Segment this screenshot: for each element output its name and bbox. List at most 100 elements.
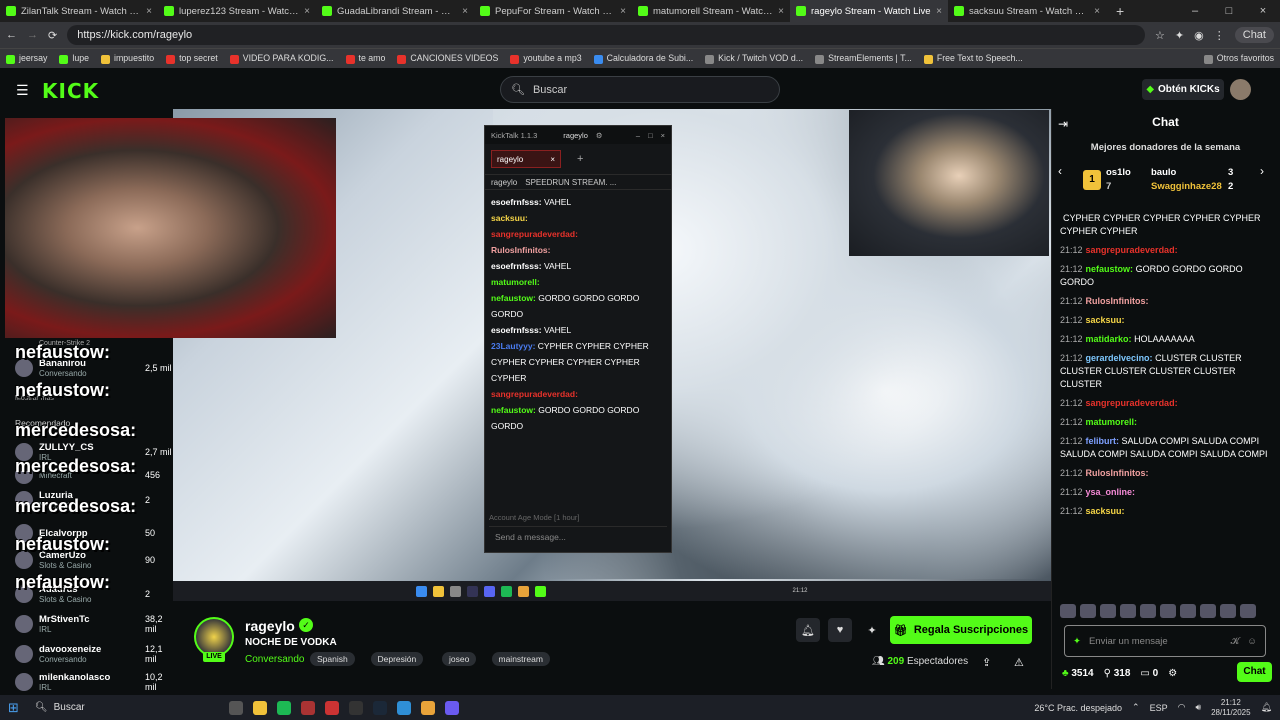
browser-tab[interactable]: ZilanTalk Stream - Watch Live × [0, 0, 158, 22]
message-user[interactable]: sangrepuradeverdad: [1086, 245, 1178, 255]
app-icon[interactable] [324, 700, 339, 715]
recommended-channel[interactable]: milenkanolasco IRL 10,2 mil [15, 672, 173, 692]
maximize-icon[interactable]: □ [648, 131, 653, 140]
bookmark-item[interactable]: Kick / Twitch VOD d... [705, 53, 803, 64]
emote-icon[interactable] [1140, 604, 1156, 618]
minimize-icon[interactable]: – [636, 131, 640, 140]
star-icon[interactable]: ☆ [1155, 29, 1165, 42]
kicktalk-input[interactable]: Send a message... [489, 526, 667, 546]
hamburger-icon[interactable]: ☰ [16, 82, 29, 99]
sparkle-button[interactable]: ✦ [860, 618, 884, 642]
language-indicator[interactable]: ESP [1150, 703, 1168, 713]
stream-tag[interactable]: Spanish [310, 652, 355, 666]
message-user[interactable]: sacksuu: [491, 213, 528, 223]
close-icon[interactable]: × [661, 131, 665, 140]
kick-logo[interactable]: KICK [42, 79, 99, 103]
browser-tab[interactable]: rageylo Stream - Watch Live × [790, 0, 948, 22]
get-kicks-button[interactable]: ◆ Obtén KICKs [1142, 79, 1224, 100]
emote-icon[interactable] [1240, 604, 1256, 618]
app-icon[interactable] [300, 700, 315, 715]
stream-tag[interactable]: joseo [442, 652, 477, 666]
message-user[interactable]: nefaustow: [491, 405, 536, 415]
kick-emote-icon[interactable]: 𝓚 [1230, 636, 1239, 647]
emoji-icon[interactable]: ☺ [1247, 636, 1257, 647]
message-user[interactable]: 23Lautyyy: [491, 341, 535, 351]
report-icon[interactable]: ⚠ [1014, 656, 1024, 669]
sparkle-icon[interactable]: ✦ [1073, 636, 1081, 647]
browser-tab[interactable]: matumorell Stream - Watch Live × [632, 0, 790, 22]
message-user[interactable]: esoefrnfsss: [491, 197, 542, 207]
bookmark-item[interactable]: jeersay [6, 53, 47, 64]
message-user[interactable]: matumorell: [1086, 417, 1138, 427]
message-user[interactable]: RulosInfinitos: [1086, 468, 1149, 478]
gift-subs-button[interactable]: 🎁︎ Regala Suscripciones [890, 616, 1032, 644]
tray-arrow-icon[interactable]: ⌃ [1132, 702, 1140, 713]
windows-start-icon[interactable]: ⊞ [8, 700, 19, 716]
url-input[interactable]: https://kick.com/rageylo [67, 25, 1146, 45]
emote-icon[interactable] [1200, 604, 1216, 618]
emote-icon[interactable] [1180, 604, 1196, 618]
stream-tag[interactable]: Depresión [370, 652, 424, 666]
reload-icon[interactable]: ⟳ [48, 29, 57, 42]
bookmark-item[interactable]: te amo [345, 53, 385, 64]
bookmark-item[interactable]: Calculadora de Subi... [593, 53, 693, 64]
recommended-channel[interactable]: davooxeneize Conversando 12,1 mil [15, 644, 173, 664]
spotify-icon[interactable] [276, 700, 291, 715]
menu-icon[interactable]: ⋮ [1214, 29, 1225, 42]
back-icon[interactable]: ← [6, 29, 17, 41]
message-user[interactable]: ysa_online: [1086, 487, 1136, 497]
wifi-icon[interactable]: ◠ [1178, 702, 1186, 713]
notification-icon[interactable]: 🔔︎ [1261, 702, 1272, 713]
message-user[interactable]: gerardelvecino: [1086, 353, 1153, 363]
message-user[interactable]: matidarko: [1086, 334, 1132, 344]
recommended-channel[interactable]: MrStivenTc IRL 38,2 mil [15, 614, 173, 634]
message-user[interactable]: sangrepuradeverdad: [491, 389, 578, 399]
message-user[interactable]: sacksuu: [1086, 315, 1125, 325]
volume-icon[interactable]: 🔊︎ [1195, 702, 1201, 713]
message-user[interactable]: sangrepuradeverdad: [1086, 398, 1178, 408]
message-user[interactable]: esoefrnfsss: [491, 261, 542, 271]
browser-tab[interactable]: luperez123 Stream - Watch Live × [158, 0, 316, 22]
minimize-icon[interactable]: – [1178, 0, 1212, 22]
chat-send-button[interactable]: Chat [1237, 662, 1272, 682]
message-user[interactable]: nefaustow: [491, 293, 536, 303]
bookmark-item[interactable]: CANCIONES VIDEOS [397, 53, 498, 64]
close-icon[interactable]: × [936, 6, 942, 17]
add-tab-icon[interactable]: + [577, 153, 583, 165]
bookmark-item[interactable]: top secret [166, 53, 218, 64]
epic-icon[interactable] [348, 700, 363, 715]
maximize-icon[interactable]: □ [1212, 0, 1246, 22]
bookmark-item[interactable]: VIDEO PARA KODIG... [229, 53, 334, 64]
message-user[interactable]: RulosInfinitos: [1086, 296, 1149, 306]
stream-category[interactable]: Conversando [245, 654, 304, 665]
message-user[interactable]: esoefrnfsss: [491, 325, 542, 335]
app-icon[interactable] [444, 700, 459, 715]
extensions-icon[interactable]: ✦ [1175, 29, 1184, 42]
profile-icon[interactable]: ◉ [1194, 29, 1204, 42]
message-user[interactable]: feliburt: [1086, 436, 1120, 446]
message-user[interactable]: sacksuu: [1086, 506, 1125, 516]
chat-input[interactable]: ✦ Enviar un mensaje 𝓚 ☺ [1064, 625, 1266, 657]
clock[interactable]: 21:12 28/11/2025 [1211, 698, 1250, 718]
close-icon[interactable]: × [550, 155, 555, 164]
bookmark-item[interactable]: StreamElements | T... [815, 53, 912, 64]
streamer-avatar[interactable] [194, 617, 234, 657]
donors-prev-icon[interactable]: ‹ [1058, 164, 1062, 178]
bookmark-item[interactable]: impuestito [101, 53, 154, 64]
message-user[interactable]: RulosInfinitos: [491, 245, 551, 255]
streamer-name[interactable]: rageylo [245, 618, 295, 634]
close-icon[interactable]: × [778, 6, 784, 17]
gear-icon[interactable]: ⚙ [1168, 668, 1177, 679]
browser-tab[interactable]: sacksuu Stream - Watch Live × [948, 0, 1106, 22]
emote-icon[interactable] [1220, 604, 1236, 618]
close-icon[interactable]: × [1094, 6, 1100, 17]
bookmark-item[interactable]: Otros favoritos [1203, 53, 1274, 64]
taskbar-search[interactable]: 🔍︎ Buscar [29, 698, 179, 718]
share-icon[interactable]: ⇪ [982, 656, 991, 669]
message-user[interactable]: matumorell: [491, 277, 540, 287]
explorer-icon[interactable] [252, 700, 267, 715]
notification-bell-button[interactable]: 🔔︎ [796, 618, 820, 642]
donors-next-icon[interactable]: › [1260, 164, 1264, 178]
emote-icon[interactable] [1060, 604, 1076, 618]
emote-icon[interactable] [1120, 604, 1136, 618]
